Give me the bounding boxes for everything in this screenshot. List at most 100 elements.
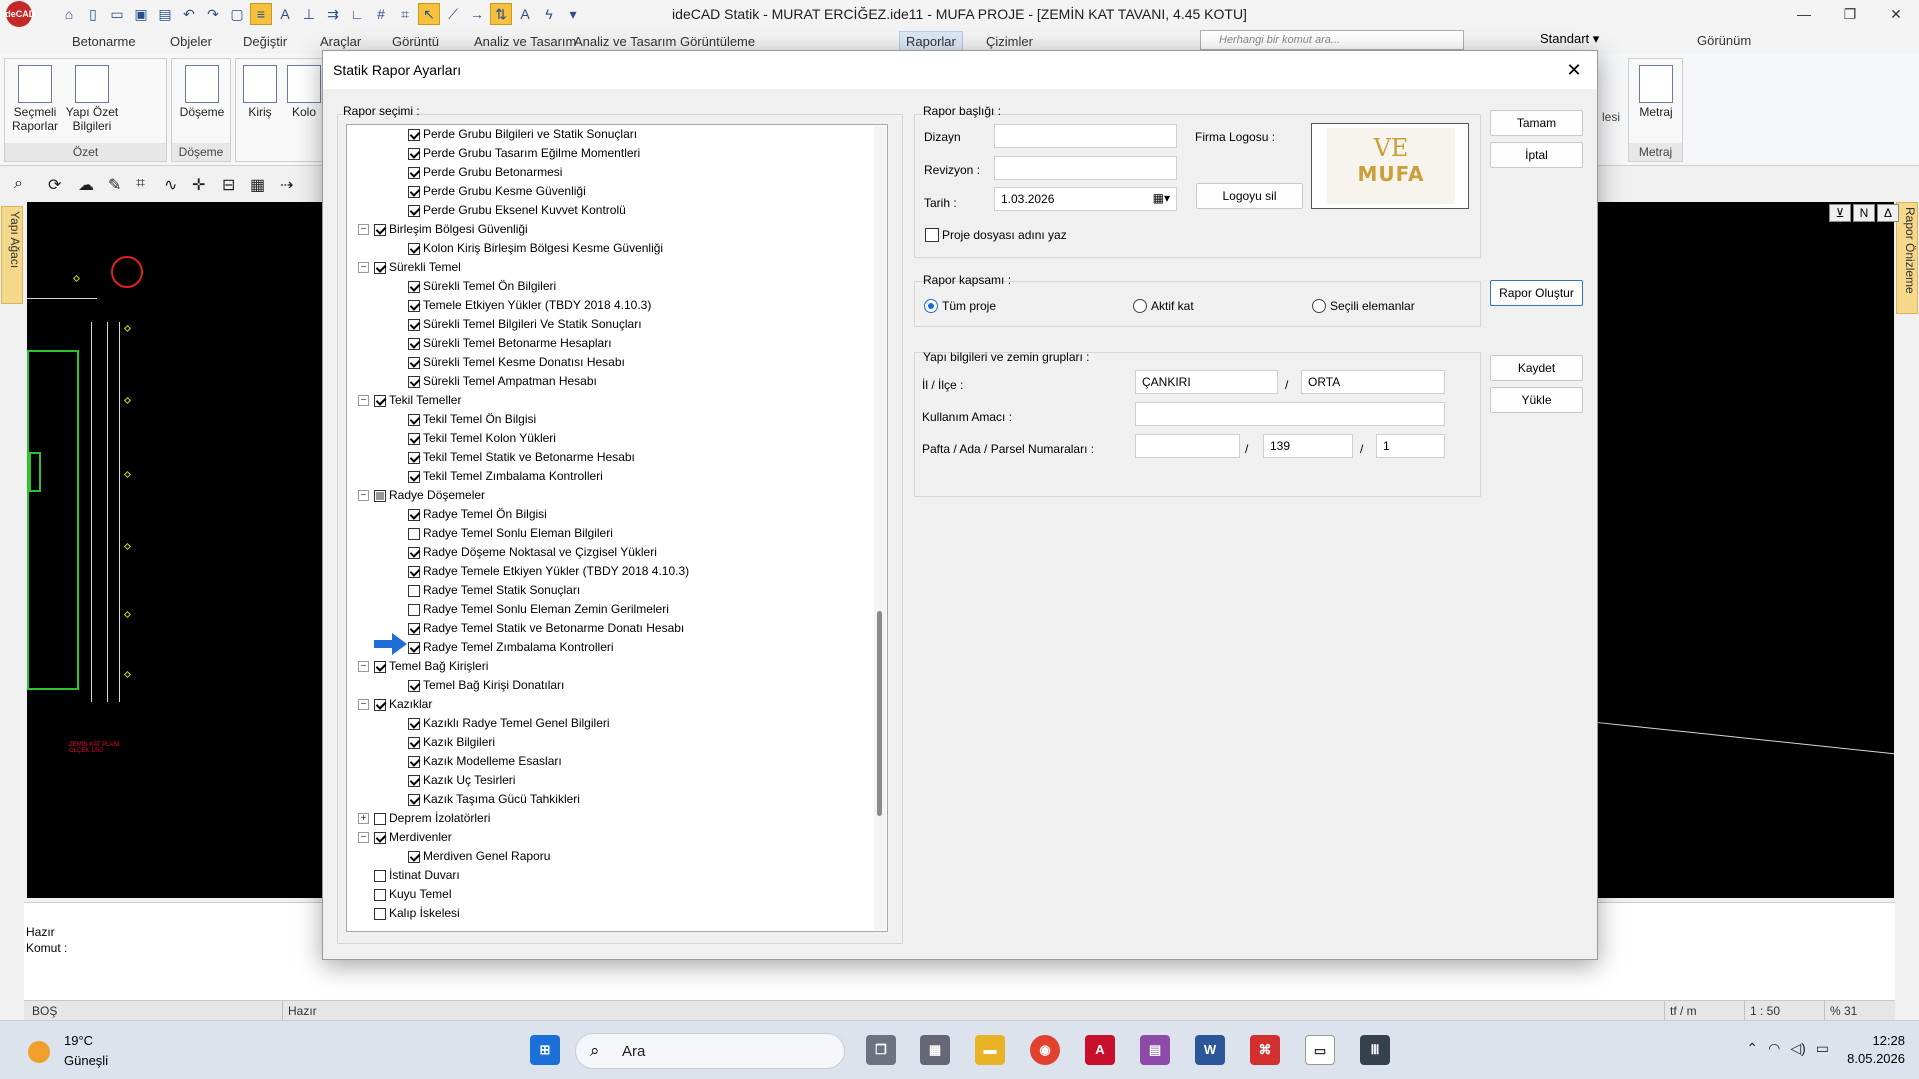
tree-item[interactable]: Sürekli Temel Ampatman Hesabı [408, 372, 597, 391]
project-name-checkbox[interactable] [925, 228, 939, 242]
delete-logo-button[interactable]: Logoyu sil [1196, 183, 1303, 209]
usage-input[interactable] [1135, 402, 1445, 426]
word-icon[interactable]: W [1195, 1035, 1225, 1065]
tree-item-checkbox[interactable] [408, 508, 420, 521]
tree-item-checkbox[interactable] [408, 470, 420, 483]
cancel-button[interactable]: İptal [1490, 142, 1583, 168]
select-icon[interactable]: ⌗ [136, 175, 145, 193]
beam-report-button[interactable]: Kiriş [240, 65, 280, 119]
tree-item-checkbox[interactable] [408, 318, 420, 331]
revizyon-input[interactable] [994, 156, 1177, 180]
wave-icon[interactable]: ∿ [164, 175, 177, 195]
tab-analiz-goruntuleme[interactable]: Analiz ve Tasarım Görüntüleme [574, 34, 755, 49]
sun-icon[interactable] [28, 1041, 50, 1063]
tree-item-checkbox[interactable] [408, 584, 420, 597]
column-report-button[interactable]: Kolo [286, 65, 322, 119]
tree-item[interactable]: Radye Temel Statik Sonuçları [408, 581, 580, 600]
tree-item-checkbox[interactable] [408, 147, 420, 160]
line-icon[interactable]: ⟋ [442, 3, 464, 25]
tree-item[interactable]: − Merdivenler [358, 828, 452, 847]
tree-item-checkbox[interactable] [374, 660, 386, 673]
ilce-input[interactable]: ORTA [1301, 370, 1445, 394]
tree-item[interactable]: Radye Temel Ön Bilgisi [408, 505, 547, 524]
collapse-icon[interactable]: − [358, 832, 369, 843]
tree-item-checkbox[interactable] [374, 394, 386, 407]
view-menu[interactable]: Görünüm [1697, 33, 1751, 48]
ok-button[interactable]: Tamam [1490, 110, 1583, 136]
tree-item[interactable]: − Temel Bağ Kirişleri [358, 657, 488, 676]
selective-reports-button[interactable]: Seçmeli Raporlar [11, 65, 59, 133]
tree-item[interactable]: Sürekli Temel Kesme Donatısı Hesabı [408, 353, 625, 372]
calculator-icon[interactable]: ▦ [920, 1035, 950, 1065]
tree-item-checkbox[interactable] [374, 869, 386, 882]
status-unit[interactable]: tf / m [1670, 1004, 1697, 1018]
dropdown-icon[interactable]: ▾ [562, 3, 584, 25]
tree-item[interactable]: Sürekli Temel Bilgileri Ve Statik Sonuçl… [408, 315, 642, 334]
chevron-up-icon[interactable]: ⌃ [1746, 1040, 1758, 1057]
tree-item-checkbox[interactable] [408, 185, 420, 198]
style-combo[interactable]: Standart ▾ [1540, 31, 1599, 47]
status-zoom[interactable]: % 31 [1830, 1004, 1857, 1018]
structure-tree-tab[interactable]: Yapı Ağacı [1, 206, 23, 304]
tab-araclar[interactable]: Araçlar [320, 34, 361, 49]
tree-item[interactable]: Radye Temele Etkiyen Yükler (TBDY 2018 4… [408, 562, 689, 581]
project-name-checkbox-row[interactable]: Proje dosyası adını yaz [925, 228, 1067, 242]
tree-item-checkbox[interactable] [408, 375, 420, 388]
north-icon[interactable]: N [1853, 204, 1875, 222]
tree-item-checkbox[interactable] [374, 698, 386, 711]
layers-icon[interactable]: ≡ [250, 3, 272, 25]
collapse-icon[interactable]: − [358, 490, 369, 501]
tree-item[interactable]: Radye Döşeme Noktasal ve Çizgisel Yükler… [408, 543, 657, 562]
create-report-button[interactable]: Rapor Oluştur [1490, 280, 1583, 306]
tree-item-checkbox[interactable] [408, 603, 420, 616]
weather-temp[interactable]: 19°C [64, 1033, 93, 1048]
arrow-icon[interactable]: → [466, 3, 488, 25]
tree-item[interactable]: Perde Grubu Tasarım Eğilme Momentleri [408, 144, 640, 163]
tree-item-checkbox[interactable] [408, 204, 420, 217]
tree-item-checkbox[interactable] [408, 736, 420, 749]
tab-analiz[interactable]: Analiz ve Tasarım [474, 34, 576, 49]
tree-item[interactable]: Kalıp İskelesi [374, 904, 460, 923]
tree-item[interactable]: Radye Temel Sonlu Eleman Bilgileri [408, 524, 613, 543]
tree-item[interactable]: Sürekli Temel Betonarme Hesapları [408, 334, 612, 353]
scope-active-floor-radio[interactable]: Aktif kat [1133, 299, 1194, 313]
app-logo[interactable]: ideCAD [0, 0, 38, 28]
cloud-icon[interactable]: ☁ [78, 175, 94, 195]
tree-item[interactable]: Kazık Uç Tesirleri [408, 771, 515, 790]
tree-item[interactable]: − Birleşim Bölgesi Güvenliği [358, 220, 528, 239]
tree-item[interactable]: Perde Grubu Betonarmesi [408, 163, 562, 182]
tree-item-checkbox[interactable] [408, 527, 420, 540]
tree-item[interactable]: Tekil Temel Zımbalama Kontrolleri [408, 467, 603, 486]
tree-item-checkbox[interactable] [408, 774, 420, 787]
volume-icon[interactable]: ◁) [1790, 1040, 1805, 1057]
load-button[interactable]: Yükle [1490, 387, 1583, 413]
metraj-button[interactable]: Metraj [1633, 65, 1679, 119]
command-search-input[interactable]: Herhangi bir komut ara... [1200, 30, 1464, 50]
tree-item-checkbox[interactable] [374, 831, 386, 844]
grid-icon[interactable]: # [370, 3, 392, 25]
tree-item[interactable]: Radye Temel Statik ve Betonarme Donatı H… [408, 619, 684, 638]
save-icon[interactable]: ▣ [130, 3, 152, 25]
close-window-icon[interactable]: ✕ [1873, 0, 1919, 28]
tab-goruntu[interactable]: Görüntü [392, 34, 439, 49]
tree-item-checkbox[interactable] [408, 299, 420, 312]
winrar-icon[interactable]: ▤ [1140, 1035, 1170, 1065]
delta-icon[interactable]: Δ [1877, 204, 1899, 222]
eraser-icon[interactable]: ✎ [108, 175, 121, 195]
tool-icon[interactable]: ⇢ [280, 175, 293, 195]
tree-item-checkbox[interactable] [408, 565, 420, 578]
tree-item[interactable]: Kazıklı Radye Temel Genel Bilgileri [408, 714, 610, 733]
tree-item-checkbox[interactable] [374, 223, 386, 236]
start-icon[interactable]: ⊞ [530, 1035, 560, 1065]
tree-item-checkbox[interactable] [408, 356, 420, 369]
tree-item-checkbox[interactable] [408, 432, 420, 445]
tree-item-checkbox[interactable] [408, 451, 420, 464]
tree-item[interactable]: − Radye Döşemeler [358, 486, 485, 505]
tree-item-checkbox[interactable] [408, 622, 420, 635]
tree-item[interactable]: + Deprem İzolatörleri [358, 809, 490, 828]
tree-item-checkbox[interactable] [408, 679, 420, 692]
tree-item[interactable]: Radye Temel Zımbalama Kontrolleri [408, 638, 614, 657]
tree-item[interactable]: − Tekil Temeller [358, 391, 461, 410]
tree-scrollbar[interactable] [874, 126, 886, 930]
tree-item[interactable]: Temel Bağ Kirişi Donatıları [408, 676, 564, 695]
